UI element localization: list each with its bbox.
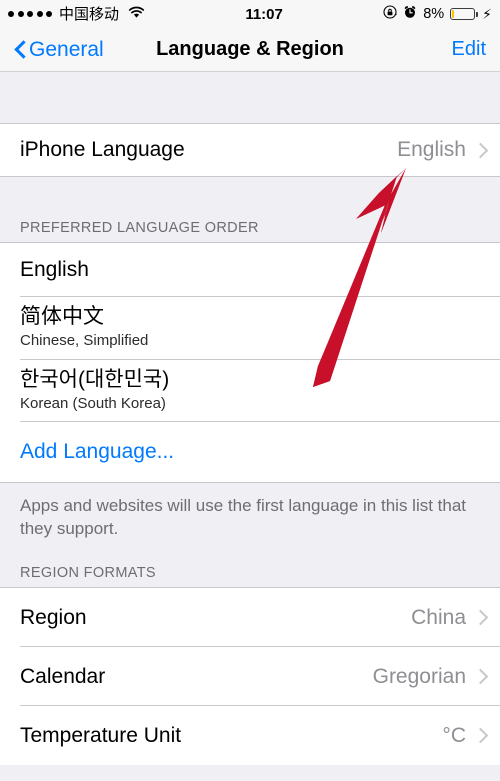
row-region-value: China	[411, 605, 466, 629]
section-header-preferred-language-order: PREFERRED LANGUAGE ORDER	[0, 177, 500, 242]
iphone-settings-screen: 中国移动 11:07 8% ⚡ General Language & Regio…	[0, 0, 500, 781]
section-header-region-formats-area: REGION FORMATS	[0, 547, 500, 587]
add-language-label: Add Language...	[20, 440, 175, 463]
battery-percent-label: 8%	[423, 6, 445, 22]
row-region-label: Region	[20, 605, 87, 629]
group-region-formats: Region China Calendar Gregorian Temperat…	[0, 587, 500, 765]
chevron-right-icon	[475, 669, 484, 684]
back-button-label: General	[29, 37, 104, 61]
group-iphone-language: iPhone Language English	[0, 123, 500, 177]
chevron-right-icon	[475, 143, 484, 158]
chevron-left-icon	[14, 40, 25, 59]
row-iphone-language-right: English	[397, 138, 484, 162]
alarm-clock-icon	[403, 5, 417, 23]
chevron-right-icon	[475, 610, 484, 625]
back-button-general[interactable]: General	[14, 38, 104, 62]
row-calendar[interactable]: Calendar Gregorian	[0, 647, 500, 706]
language-subtitle: Korean (South Korea)	[20, 394, 166, 412]
status-bar-left: 中国移动	[8, 6, 145, 23]
row-temperature-unit-value: °C	[442, 723, 466, 747]
row-calendar-label: Calendar	[20, 664, 106, 688]
list-item-language-english[interactable]: English	[0, 243, 500, 297]
edit-button[interactable]: Edit	[452, 38, 486, 61]
settings-content: iPhone Language English PREFERRED LANGUA…	[0, 72, 500, 781]
row-region-right: China	[411, 606, 484, 630]
language-name: English	[20, 258, 89, 281]
status-bar-clock: 11:07	[245, 5, 283, 23]
row-temperature-unit[interactable]: Temperature Unit °C	[0, 706, 500, 765]
row-calendar-value: Gregorian	[372, 664, 466, 688]
row-region[interactable]: Region China	[0, 588, 500, 647]
section-header-preferred-language-order-area: PREFERRED LANGUAGE ORDER	[0, 177, 500, 242]
wifi-icon	[128, 6, 145, 23]
row-calendar-right: Gregorian	[373, 665, 484, 689]
status-bar: 中国移动 11:07 8% ⚡	[0, 0, 500, 28]
row-iphone-language[interactable]: iPhone Language English	[0, 124, 500, 176]
language-name: 简体中文	[20, 305, 104, 328]
row-temperature-unit-label: Temperature Unit	[20, 723, 182, 747]
list-item-language-chinese[interactable]: 简体中文 Chinese, Simplified	[0, 297, 500, 360]
spacer-top	[0, 72, 500, 123]
section-header-region-formats: REGION FORMATS	[0, 547, 500, 587]
charging-bolt-icon: ⚡	[482, 6, 492, 22]
preferred-language-footer-note: Apps and websites will use the first lan…	[0, 483, 500, 541]
footer-note-area: Apps and websites will use the first lan…	[0, 483, 500, 547]
chevron-right-icon	[475, 728, 484, 743]
battery-icon	[450, 8, 479, 20]
rotation-lock-icon	[383, 5, 397, 23]
status-bar-right: 8% ⚡	[383, 5, 492, 23]
navigation-bar: General Language & Region Edit	[0, 28, 500, 72]
row-iphone-language-label: iPhone Language	[20, 138, 185, 161]
carrier-label: 中国移动	[59, 5, 120, 23]
language-name: 한국어(대한민국)	[20, 367, 170, 391]
row-iphone-language-value: English	[397, 138, 466, 161]
language-subtitle: Chinese, Simplified	[20, 332, 149, 350]
signal-strength-icon	[8, 11, 52, 17]
add-language-button[interactable]: Add Language...	[0, 422, 500, 482]
group-preferred-language-order: English 简体中文 Chinese, Simplified 한국어(대한민…	[0, 242, 500, 483]
list-item-language-korean[interactable]: 한국어(대한민국) Korean (South Korea)	[0, 359, 500, 422]
row-temperature-unit-right: °C	[442, 724, 484, 748]
